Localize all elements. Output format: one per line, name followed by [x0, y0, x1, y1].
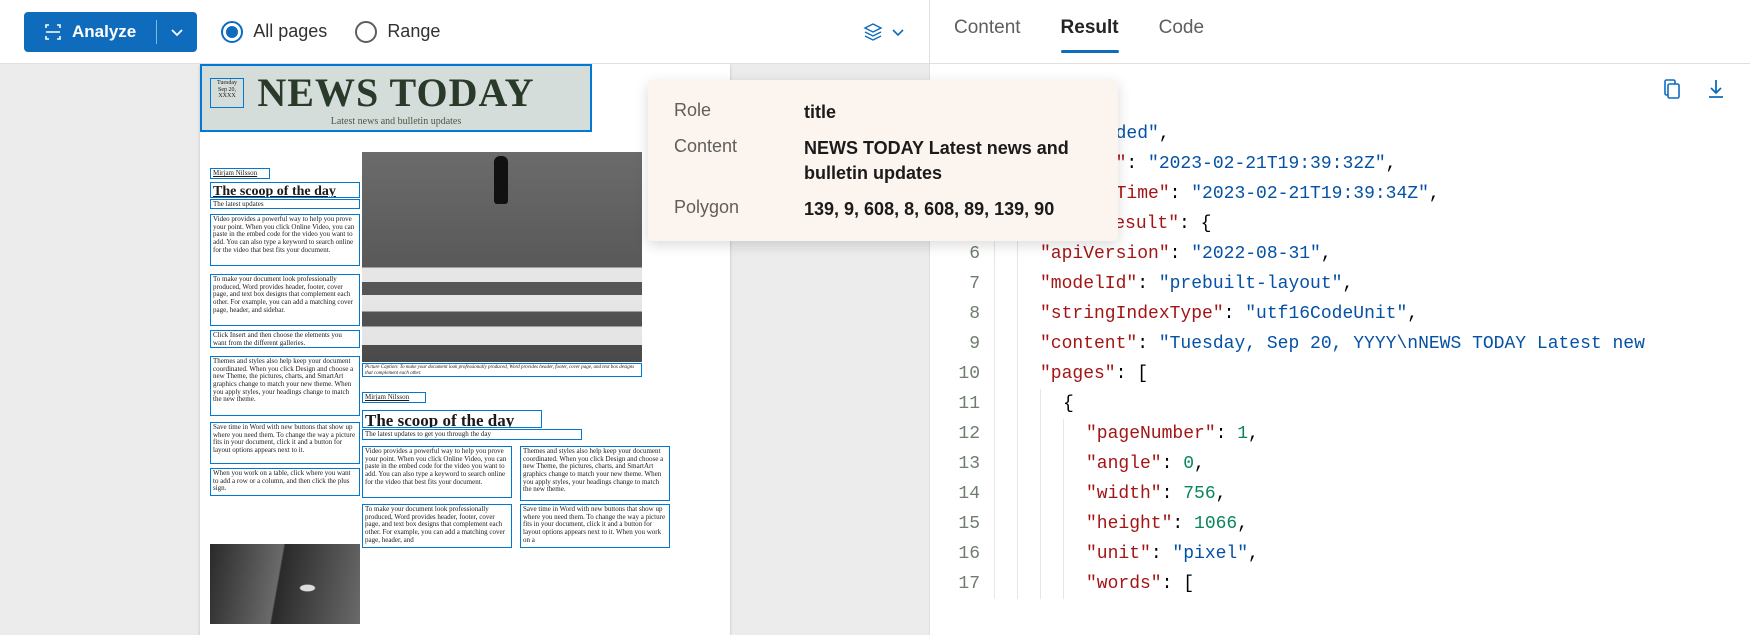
analyze-dropdown[interactable] [157, 12, 197, 52]
bbox-heading[interactable]: The scoop of the day [210, 182, 360, 198]
analyze-button-main[interactable]: Analyze [24, 12, 156, 52]
bbox-paragraph[interactable]: When you work on a table, click where yo… [210, 468, 360, 496]
radio-range-label: Range [387, 21, 440, 42]
analyze-label: Analyze [72, 22, 136, 42]
bbox-heading[interactable]: The scoop of the day [362, 410, 542, 428]
bbox-paragraph[interactable]: To make your document look professionall… [362, 504, 512, 548]
line-number: 8 [930, 299, 994, 329]
line-number: 16 [930, 539, 994, 569]
code-line: 8"stringIndexType": "utf16CodeUnit", [930, 299, 1750, 329]
bbox-paragraph[interactable]: Video provides a powerful way to help yo… [210, 214, 360, 266]
copy-icon[interactable] [1662, 78, 1682, 100]
bbox-subheading[interactable]: The latest updates [210, 199, 360, 209]
newspaper-title: NEWS TODAY [257, 69, 534, 116]
element-tooltip: Role title Content NEWS TODAY Latest new… [648, 80, 1118, 241]
doc-image-crosswalk [362, 152, 642, 362]
line-number: 10 [930, 359, 994, 389]
newspaper-subtitle: Latest news and bulletin updates [331, 116, 462, 127]
bbox-author[interactable]: Mirjam Nilsson [210, 168, 270, 179]
bbox-paragraph[interactable]: Video provides a powerful way to help yo… [362, 446, 512, 498]
tooltip-content-label: Content [674, 136, 804, 185]
analyze-button[interactable]: Analyze [24, 12, 197, 52]
radio-icon [355, 21, 377, 43]
radio-icon [221, 21, 243, 43]
line-number: 13 [930, 449, 994, 479]
tab-result[interactable]: Result [1061, 17, 1119, 47]
tooltip-content-value: NEWS TODAY Latest news and bulletin upda… [804, 136, 1092, 185]
code-line: 14"width": 756, [930, 479, 1750, 509]
line-number: 6 [930, 239, 994, 269]
code-line: 7"modelId": "prebuilt-layout", [930, 269, 1750, 299]
result-actions [1662, 78, 1726, 100]
bbox-paragraph[interactable]: Themes and styles also help keep your do… [520, 446, 670, 501]
line-number: 9 [930, 329, 994, 359]
radio-all-pages-label: All pages [253, 21, 327, 42]
doc-image-road [210, 544, 360, 624]
code-line: 13"angle": 0, [930, 449, 1750, 479]
tooltip-role-label: Role [674, 100, 804, 124]
tooltip-polygon-value: 139, 9, 608, 8, 608, 89, 139, 90 [804, 197, 1092, 221]
radio-range[interactable]: Range [355, 21, 440, 43]
bbox-subheading[interactable]: The latest updates to get you through th… [362, 429, 582, 440]
bbox-paragraph[interactable]: Save time in Word with new buttons that … [520, 504, 670, 548]
page-range-group: All pages Range [221, 21, 440, 43]
tooltip-polygon-label: Polygon [674, 197, 804, 221]
chevron-down-icon [891, 25, 905, 39]
line-number: 12 [930, 419, 994, 449]
tab-content[interactable]: Content [954, 17, 1021, 47]
code-line: 15"height": 1066, [930, 509, 1750, 539]
code-line: 6"apiVersion": "2022-08-31", [930, 239, 1750, 269]
line-number: 11 [930, 389, 994, 419]
bbox-author[interactable]: Mirjam Nilsson [362, 392, 426, 403]
bbox-paragraph[interactable]: Click Insert and then choose the element… [210, 330, 360, 348]
code-line: 16"unit": "pixel", [930, 539, 1750, 569]
layers-icon [863, 22, 883, 42]
code-line: 12"pageNumber": 1, [930, 419, 1750, 449]
bbox-paragraph[interactable]: To make your document look professionall… [210, 274, 360, 326]
line-number: 7 [930, 269, 994, 299]
code-line: 11{ [930, 389, 1750, 419]
code-line: 10"pages": [ [930, 359, 1750, 389]
code-line: 9"content": "Tuesday, Sep 20, YYYY\nNEWS… [930, 329, 1750, 359]
bbox-paragraph[interactable]: Themes and styles also help keep your do… [210, 356, 360, 416]
layers-dropdown[interactable] [863, 22, 905, 42]
toolbar: Analyze All pages Range [0, 0, 929, 64]
download-icon[interactable] [1706, 78, 1726, 100]
radio-all-pages[interactable]: All pages [221, 21, 327, 43]
code-line: 17"words": [ [930, 569, 1750, 599]
bbox-date[interactable]: Tuesday Sep 20, XXXX [210, 78, 244, 108]
bbox-paragraph[interactable]: Save time in Word with new buttons that … [210, 422, 360, 464]
scan-icon [44, 23, 62, 41]
tooltip-role-value: title [804, 100, 1092, 124]
bbox-caption[interactable]: Picture Caption: To make your document l… [362, 363, 642, 377]
bbox-title[interactable]: NEWS TODAY Latest news and bulletin upda… [200, 64, 592, 132]
line-number: 15 [930, 509, 994, 539]
tab-code[interactable]: Code [1159, 17, 1204, 47]
result-tabs: Content Result Code [930, 0, 1750, 64]
line-number: 17 [930, 569, 994, 599]
line-number: 14 [930, 479, 994, 509]
